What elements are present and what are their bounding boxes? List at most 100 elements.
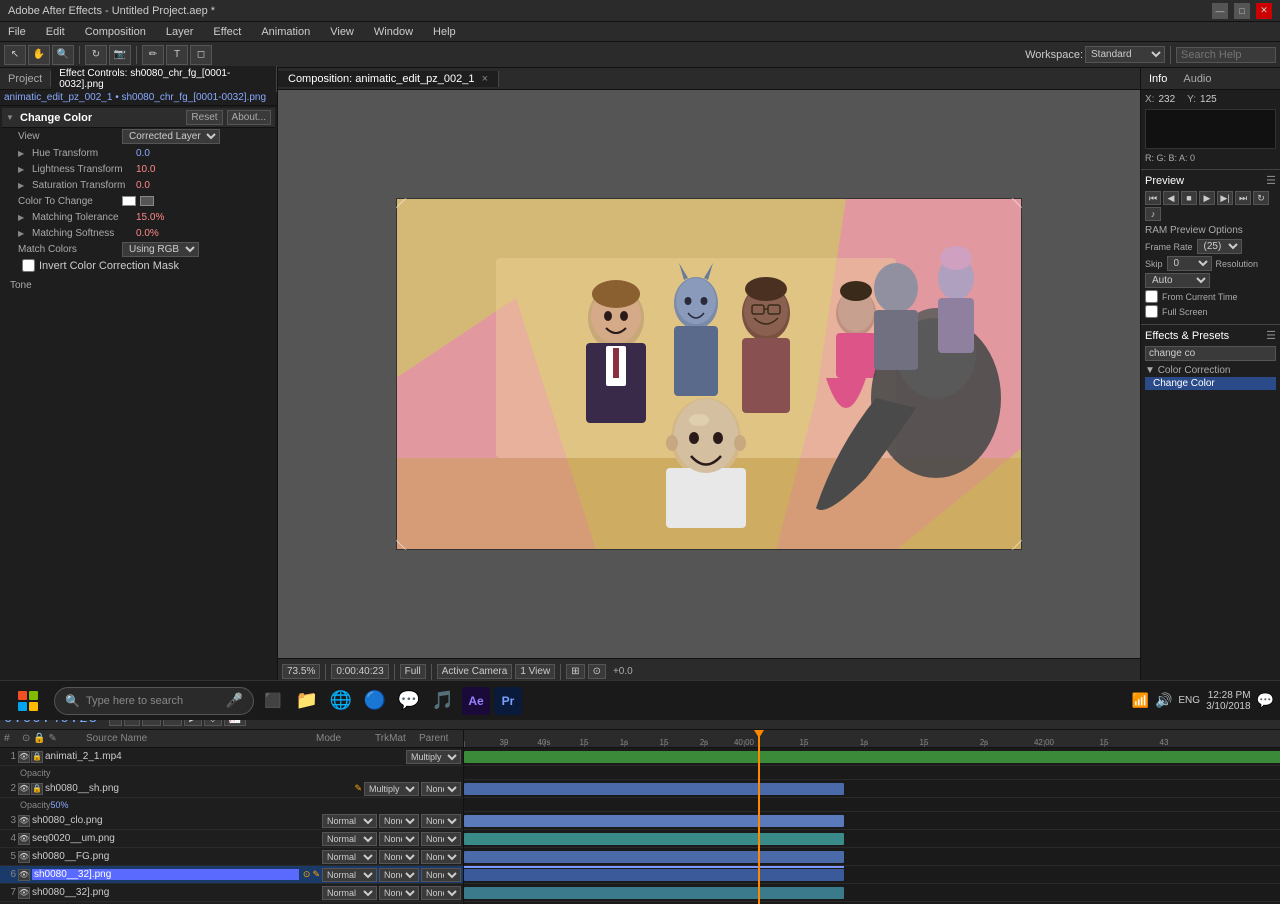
preview-menu[interactable]: ☰ (1266, 174, 1276, 187)
layer-5-mode-select[interactable]: Normal (322, 850, 377, 864)
menu-composition[interactable]: Composition (81, 26, 150, 38)
layer-1-visibility[interactable]: 👁 (18, 751, 30, 763)
view-btn[interactable]: 1 View (515, 664, 555, 679)
project-tab[interactable]: Project (0, 71, 51, 87)
color-swatch-dark[interactable] (140, 196, 154, 206)
track-area[interactable]: 39 40s 15 1s 15 2s 40:00 15 1s 15 (464, 730, 1280, 904)
layer-6-edit-icon[interactable]: ✎ (312, 869, 320, 880)
layer-4-parent-select[interactable]: None (421, 832, 461, 846)
toolbar-arrow-tool[interactable]: ↖ (4, 45, 26, 65)
layer-6-track-select[interactable]: None (379, 868, 419, 882)
zoom-btn[interactable]: 73.5% (282, 664, 320, 679)
preview-play[interactable]: ▶ (1199, 191, 1215, 205)
toolbar-shape-tool[interactable]: ◻ (190, 45, 212, 65)
layer-3-mode-select[interactable]: Normal (322, 814, 377, 828)
workspace-select[interactable]: Standard (1085, 46, 1165, 63)
layer-2-visibility[interactable]: 👁 (18, 783, 30, 795)
minimize-button[interactable]: — (1212, 3, 1228, 19)
menu-file[interactable]: File (4, 26, 30, 38)
saturation-expand[interactable]: ▶ (18, 181, 28, 190)
maximize-button[interactable]: □ (1234, 3, 1250, 19)
matching-tolerance-expand[interactable]: ▶ (18, 213, 28, 222)
match-colors-dropdown[interactable]: Using RGB (122, 242, 199, 257)
invert-checkbox[interactable] (22, 259, 35, 272)
layer-4-track-select[interactable]: None (379, 832, 419, 846)
close-button[interactable]: ✕ (1256, 3, 1272, 19)
taskbar-spotify-btn[interactable]: 🎵 (428, 686, 458, 716)
preview-audio[interactable]: ♪ (1145, 207, 1161, 221)
menu-edit[interactable]: Edit (42, 26, 69, 38)
taskbar-ae-btn[interactable]: Ae (462, 687, 490, 715)
hue-expand[interactable]: ▶ (18, 149, 28, 158)
skip-select[interactable]: 0 (1167, 256, 1212, 271)
effect-about-btn[interactable]: About... (227, 110, 271, 125)
menu-window[interactable]: Window (370, 26, 417, 38)
comp-viewer[interactable] (278, 90, 1140, 658)
audio-tab[interactable]: Audio (1175, 71, 1219, 87)
layer-6-parent-select[interactable]: None (421, 868, 461, 882)
layer-6-name[interactable]: sh0080__32].png (32, 869, 299, 880)
frame-rate-select[interactable]: (25) (1197, 239, 1242, 254)
layer-1-lock[interactable]: 🔒 (31, 751, 43, 763)
taskbar-discord-btn[interactable]: 💬 (394, 686, 424, 716)
layer-5-track-select[interactable]: None (379, 850, 419, 864)
menu-layer[interactable]: Layer (162, 26, 198, 38)
layer-row-3[interactable]: 3 👁 sh0080_clo.png Normal None None (0, 812, 463, 830)
comp-tab-close[interactable]: × (482, 73, 488, 85)
taskbar-chrome-btn[interactable]: 🔵 (360, 686, 390, 716)
layer-4-mode-select[interactable]: Normal (322, 832, 377, 846)
grid-btn[interactable]: ⊞ (566, 664, 584, 679)
layer-row-2[interactable]: 2 👁 🔒 sh0080__sh.png ✎ Multiply None (0, 780, 463, 798)
comp-tab-main[interactable]: Composition: animatic_edit_pz_002_1 × (278, 71, 499, 87)
taskbar-files-btn[interactable]: 📁 (292, 686, 322, 716)
taskbar-network-icon[interactable]: 📶 (1132, 692, 1149, 709)
overlay-btn[interactable]: ⊙ (588, 664, 606, 679)
effects-search-input[interactable] (1145, 346, 1276, 361)
search-help-input[interactable] (1176, 47, 1276, 63)
toolbar-pen-tool[interactable]: ✏ (142, 45, 164, 65)
color-swatch-white[interactable] (122, 196, 136, 206)
layer-2-track-select[interactable]: None (421, 782, 461, 796)
view-dropdown[interactable]: Corrected Layer (122, 129, 220, 144)
layer-2-mode-select[interactable]: Multiply (364, 782, 419, 796)
effects-menu[interactable]: ☰ (1266, 329, 1276, 342)
toolbar-rotate-tool[interactable]: ↻ (85, 45, 107, 65)
layer-6-effect-icon[interactable]: ⊙ (303, 869, 311, 880)
layer-row-7[interactable]: 7 👁 sh0080__32].png Normal None None (0, 884, 463, 902)
preview-stop[interactable]: ■ (1181, 191, 1197, 205)
layer-2-edit-icon[interactable]: ✎ (354, 783, 362, 794)
menu-effect[interactable]: Effect (209, 26, 245, 38)
layer-7-track-select[interactable]: None (379, 886, 419, 900)
saturation-value[interactable]: 0.0 (136, 180, 150, 191)
layer-2-lock[interactable]: 🔒 (31, 783, 43, 795)
taskbar-volume-icon[interactable]: 🔊 (1155, 692, 1172, 709)
preview-loop[interactable]: ↻ (1253, 191, 1269, 205)
taskbar-premier-btn[interactable]: Pr (494, 687, 522, 715)
full-screen-checkbox[interactable] (1145, 305, 1158, 318)
task-view-btn[interactable]: ⬛ (258, 686, 288, 716)
preview-last-frame[interactable]: ⏭ (1235, 191, 1251, 205)
menu-animation[interactable]: Animation (257, 26, 314, 38)
preview-next-frame[interactable]: ▶| (1217, 191, 1233, 205)
toolbar-text-tool[interactable]: T (166, 45, 188, 65)
taskbar-notification[interactable]: 💬 (1257, 692, 1274, 709)
resolution-btn[interactable]: Full (400, 664, 426, 679)
layer-3-visibility[interactable]: 👁 (18, 815, 30, 827)
effect-controls-tab[interactable]: Effect Controls: sh0080_chr_fg_[0001-003… (51, 66, 277, 92)
layer-row-4[interactable]: 4 👁 seq0020__um.png Normal None None (0, 830, 463, 848)
info-tab[interactable]: Info (1141, 71, 1175, 87)
change-color-effect[interactable]: Change Color (1145, 377, 1276, 390)
menu-view[interactable]: View (326, 26, 358, 38)
layer-7-parent-select[interactable]: None (421, 886, 461, 900)
layer-row-6[interactable]: 6 👁 sh0080__32].png ⊙ ✎ Normal None None (0, 866, 463, 884)
menu-help[interactable]: Help (429, 26, 460, 38)
toolbar-camera-tool[interactable]: 📷 (109, 45, 131, 65)
matching-softness-expand[interactable]: ▶ (18, 229, 28, 238)
layer-7-visibility[interactable]: 👁 (18, 887, 30, 899)
toolbar-zoom-tool[interactable]: 🔍 (52, 45, 74, 65)
layer-3-track-select[interactable]: None (379, 814, 419, 828)
effect-expand-icon[interactable]: ▼ (6, 113, 16, 122)
resolution-select[interactable]: Auto (1145, 273, 1210, 288)
toolbar-hand-tool[interactable]: ✋ (28, 45, 50, 65)
taskbar-search-box[interactable]: 🔍 Type here to search 🎤 (54, 687, 254, 715)
